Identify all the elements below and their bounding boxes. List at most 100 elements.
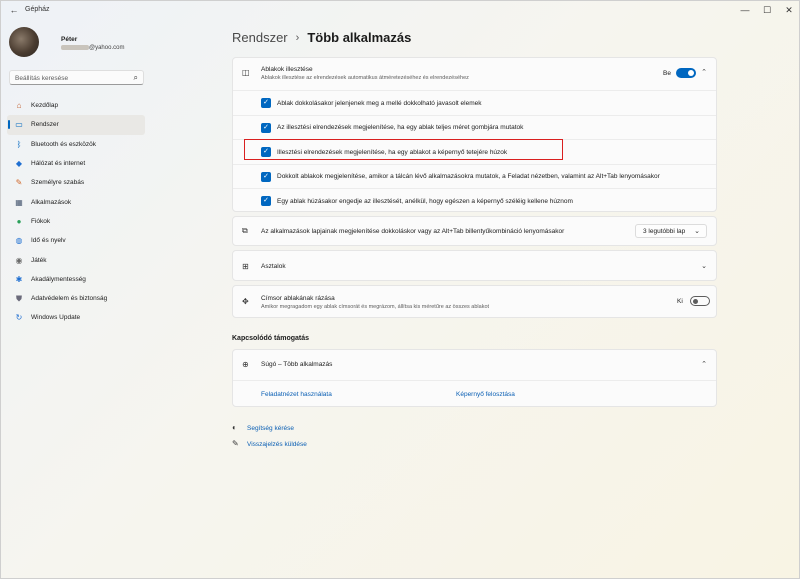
accessibility-icon: ✱ [15, 274, 23, 284]
alttab-card: ⧉ Az alkalmazások lapjainak megjelenítés… [232, 216, 717, 246]
sidebar-item-8[interactable]: ◉ Játék [7, 250, 145, 269]
link-task-view[interactable]: Feladatnézet használata [261, 391, 332, 398]
sidebar-item-label: Személyre szabás [31, 179, 85, 187]
search-icon: ⌕ [133, 73, 138, 82]
bluetooth-icon: ᛒ [16, 139, 22, 149]
avatar [9, 27, 39, 57]
user-profile[interactable]: Péter @yahoo.com [9, 27, 149, 61]
snap-option-label: Egy ablak húzásakor engedje az illesztés… [277, 197, 573, 205]
sidebar-item-label: Akadálymentesség [31, 275, 86, 283]
desktops-icon: ⊞ [242, 262, 249, 271]
snap-option-row[interactable]: ✓ Egy ablak húzásakor engedje az illeszté… [233, 188, 716, 213]
shake-toggle[interactable] [690, 296, 710, 306]
desktops-card[interactable]: ⊞ Asztalok ⌄ [232, 250, 717, 281]
link-split-screen[interactable]: Képernyő felosztása [456, 391, 515, 398]
checkbox[interactable]: ✓ [261, 98, 271, 108]
chevron-down-icon: ⌄ [694, 228, 700, 235]
feedback-link[interactable]: Visszajelzés küldése [247, 441, 307, 448]
sidebar-item-0[interactable]: ⌂ Kezdőlap [7, 96, 145, 115]
page-title: Több alkalmazás [307, 30, 412, 45]
sidebar-item-2[interactable]: ᛒ Bluetooth és eszközök [7, 135, 145, 154]
maximize-button[interactable]: ☐ [757, 3, 777, 17]
sidebar-item-label: Rendszer [31, 121, 59, 129]
help-links-row: Feladatnézet használata Képernyő feloszt… [233, 380, 716, 408]
back-arrow-icon[interactable]: ← [9, 5, 19, 15]
breadcrumb: Rendszer › Több alkalmazás [232, 30, 411, 45]
sidebar-item-label: Játék [31, 256, 47, 264]
minimize-button[interactable]: — [735, 3, 755, 17]
sidebar-item-label: Adatvédelem és biztonság [31, 295, 108, 303]
shake-subtitle: Amikor megragadom egy ablak címsorát és … [261, 304, 490, 310]
shake-icon: ✥ [242, 297, 249, 306]
alttab-dropdown-value: 3 legutóbbi lap [643, 228, 686, 235]
snap-option-label: Ablak dokkolásakor jelenjenek meg a mell… [277, 99, 482, 107]
update-icon: ↻ [15, 313, 23, 323]
snap-toggle-label: Be [663, 70, 671, 77]
system-icon: ▭ [15, 120, 23, 130]
search-input[interactable]: Beállítás keresése ⌕ [9, 70, 144, 85]
sidebar-item-3[interactable]: ◆ Hálózat és internet [7, 154, 145, 173]
get-help-icon: ◐ [232, 423, 237, 432]
sidebar-item-label: Idő és nyelv [31, 237, 66, 245]
snap-windows-header[interactable]: ◫ Ablakok illesztése Ablakok illesztése … [233, 58, 716, 90]
chevron-down-icon[interactable]: ⌄ [701, 262, 707, 270]
breadcrumb-separator: › [295, 31, 300, 44]
checkbox[interactable]: ✓ [261, 122, 271, 133]
tabs-icon: ⧉ [242, 226, 248, 235]
close-button[interactable]: ✕ [779, 3, 799, 17]
checkbox[interactable]: ✓ [261, 171, 271, 182]
sidebar-item-1[interactable]: ▭ Rendszer [7, 115, 145, 135]
snap-option-row[interactable]: ✓ Az illesztési elrendezések megjelenítés… [233, 114, 716, 140]
sidebar-item-4[interactable]: ✎ Személyre szabás [7, 173, 145, 192]
sidebar-item-7[interactable]: ◍ Idő és nyelv [7, 231, 145, 250]
window-title: Gépház [25, 6, 50, 13]
chevron-up-icon[interactable]: ⌃ [701, 68, 707, 76]
home-icon: ⌂ [16, 101, 22, 111]
snap-option-label: Dokkolt ablakok megjelenítése, amikor a … [277, 173, 660, 181]
profile-name: Péter [61, 36, 78, 43]
related-support-card: ⊕ Súgó – Több alkalmazás ⌃ Feladatnézet … [232, 349, 717, 407]
search-placeholder: Beállítás keresése [15, 75, 69, 82]
get-help-link[interactable]: Segítség kérése [247, 425, 294, 432]
sidebar-item-6[interactable]: ● Fiókok [7, 212, 145, 231]
sidebar-item-label: Fiókok [31, 217, 51, 225]
sidebar-item-label: Hálózat és internet [31, 160, 86, 168]
shake-card: ✥ Címsor ablakának rázása Amikor megraga… [232, 285, 717, 318]
gamepad-icon: ◉ [15, 255, 23, 265]
globe-icon: ◍ [15, 236, 23, 246]
desktops-title: Asztalok [261, 263, 286, 270]
apps-icon: ▦ [15, 197, 23, 207]
network-icon: ◆ [15, 159, 23, 169]
help-globe-icon: ⊕ [242, 360, 249, 369]
settings-window: ← Gépház — ☐ ✕ Péter @yahoo.com Beállítá… [0, 0, 800, 579]
checkbox[interactable]: ✓ [261, 196, 271, 207]
profile-email-domain: @yahoo.com [89, 45, 125, 52]
snap-option-label: Az illesztési elrendezések megjelenítése… [277, 124, 524, 132]
snap-option-row[interactable]: ✓ Dokkolt ablakok megjelenítése, amikor a… [233, 163, 716, 189]
chevron-up-icon[interactable]: ⌃ [701, 360, 707, 368]
sidebar-item-11[interactable]: ↻ Windows Update [7, 308, 145, 327]
sidebar-nav: ⌂ Kezdőlap ▭ Rendszer ᛒ Bluetooth és eszközök… [7, 96, 145, 328]
help-expander[interactable]: ⊕ Súgó – Több alkalmazás ⌃ [233, 350, 716, 380]
sidebar-item-10[interactable]: ⛊ Adatvédelem és biztonság [7, 289, 145, 308]
breadcrumb-parent[interactable]: Rendszer [232, 30, 288, 45]
account-icon: ● [16, 216, 22, 226]
alttab-dropdown[interactable]: 3 legutóbbi lap ⌄ [635, 224, 707, 238]
title-bar: ← Gépház — ☐ ✕ [1, 1, 799, 19]
shake-title: Címsor ablakának rázása [261, 295, 335, 302]
sidebar-item-5[interactable]: ▦ Alkalmazások [7, 192, 145, 211]
shield-icon: ⛊ [16, 293, 22, 303]
sidebar-item-label: Kezdőlap [31, 102, 59, 110]
help-title: Súgó – Több alkalmazás [261, 361, 333, 368]
sidebar-item-9[interactable]: ✱ Akadálymentesség [7, 270, 145, 289]
profile-email: @yahoo.com [61, 45, 124, 51]
sidebar-item-label: Windows Update [31, 314, 81, 322]
feedback-icon: ✎ [232, 439, 239, 448]
snap-option-row[interactable]: ✓ Ablak dokkolásakor jelenjenek meg a mel… [233, 90, 716, 115]
snap-windows-card: ◫ Ablakok illesztése Ablakok illesztése … [232, 57, 717, 212]
sidebar-item-label: Alkalmazások [31, 198, 72, 206]
highlight-box [244, 139, 563, 160]
email-redacted [61, 45, 89, 50]
snap-windows-toggle[interactable] [676, 68, 696, 78]
snap-windows-icon: ◫ [242, 68, 250, 77]
